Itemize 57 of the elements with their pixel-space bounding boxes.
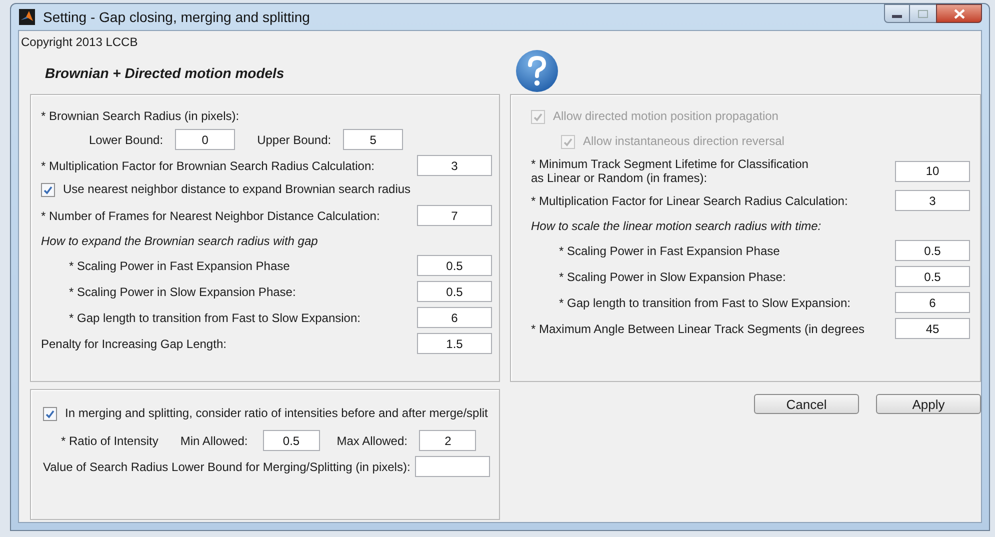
- checkbox-label: Allow instantaneous direction reversal: [583, 133, 784, 149]
- input-field[interactable]: 0.5: [262, 430, 320, 451]
- input-field[interactable]: 6: [417, 307, 492, 328]
- field-label: * Ratio of Intensity: [61, 432, 158, 450]
- field-label: * Scaling Power in Slow Expansion Phase:: [559, 270, 786, 284]
- field-label: * Brownian Search Radius (in pixels):: [41, 109, 240, 123]
- checkbox-label: Use nearest neighbor distance to expand Brownian search radius: [63, 181, 411, 197]
- field-label: Max Allowed:: [336, 432, 408, 450]
- field-label: * Multiplication Factor for Linear Search Radius Calculation:: [531, 194, 848, 208]
- input-field[interactable]: 10: [895, 160, 970, 182]
- field-label: * Multiplication Factor for Brownian Search Radius Calculation:: [41, 158, 374, 172]
- app-icon: [19, 9, 35, 25]
- section-heading: Brownian + Directed motion models: [44, 64, 286, 83]
- input-field[interactable]: 0.5: [417, 255, 492, 276]
- field-label: * Minimum Track Segment Lifetime for Classification as Linear or Random (in frames):: [531, 157, 808, 185]
- input-field[interactable]: 0.5: [895, 240, 970, 261]
- input-field[interactable]: 3: [895, 190, 970, 211]
- section-note: How to expand the Brownian search radius with gap: [41, 234, 318, 248]
- field-label: Penalty for Increasing Gap Length:: [41, 336, 226, 350]
- minimize-button[interactable]: [884, 4, 910, 23]
- input-field[interactable]: 3: [417, 155, 492, 176]
- field-label: Upper Bound:: [257, 132, 332, 148]
- minimize-icon: [892, 15, 902, 18]
- field-label: * Gap length to transition from Fast to Slow Expansion:: [69, 310, 360, 324]
- dialog-button[interactable]: Cancel: [754, 394, 859, 414]
- dialog-button[interactable]: Apply: [876, 394, 981, 414]
- section-note: How to scale the linear motion search radius with time:: [531, 219, 822, 233]
- input-field[interactable]: 6: [895, 292, 970, 313]
- field-label: * Scaling Power in Slow Expansion Phase:: [69, 284, 296, 298]
- field-label: * Gap length to transition from Fast to Slow Expansion:: [559, 296, 850, 310]
- input-field[interactable]: [415, 456, 490, 477]
- input-field[interactable]: 2: [419, 430, 476, 451]
- input-field[interactable]: 5: [343, 129, 404, 150]
- help-icon: [515, 49, 559, 93]
- field-label: * Number of Frames for Nearest Neighbor Distance Calculation:: [41, 208, 380, 222]
- field-label: Value of Search Radius Lower Bound for Merging/Splitting (in pixels):: [43, 460, 410, 474]
- close-icon: [954, 8, 964, 18]
- maximize-icon: [918, 10, 928, 18]
- input-field[interactable]: 45: [895, 318, 970, 339]
- input-field[interactable]: 1.5: [417, 333, 492, 354]
- checkbox-label: Allow directed motion position propagation: [553, 108, 778, 124]
- maximize-button[interactable]: [910, 4, 936, 23]
- field-label: * Maximum Angle Between Linear Track Segments (in degrees: [531, 322, 864, 336]
- copyright-text: Copyright 2013 LCCB: [20, 34, 139, 51]
- close-button[interactable]: [936, 4, 982, 23]
- input-field[interactable]: 0.5: [895, 266, 970, 287]
- field-label: * Scaling Power in Fast Expansion Phase: [559, 244, 780, 258]
- input-field[interactable]: 0.5: [417, 281, 492, 302]
- input-field[interactable]: 0: [175, 129, 236, 150]
- checkbox[interactable]: [43, 407, 57, 421]
- field-label: Lower Bound:: [89, 132, 164, 148]
- checkbox[interactable]: [41, 183, 55, 197]
- field-label: Min Allowed:: [180, 432, 248, 450]
- field-label: * Scaling Power in Fast Expansion Phase: [69, 258, 290, 272]
- window-title: Setting - Gap closing, merging and splitting: [43, 8, 310, 27]
- input-field[interactable]: 7: [417, 205, 492, 226]
- checkbox-label: In merging and splitting, consider ratio of intensities before and after merge/split: [65, 405, 488, 421]
